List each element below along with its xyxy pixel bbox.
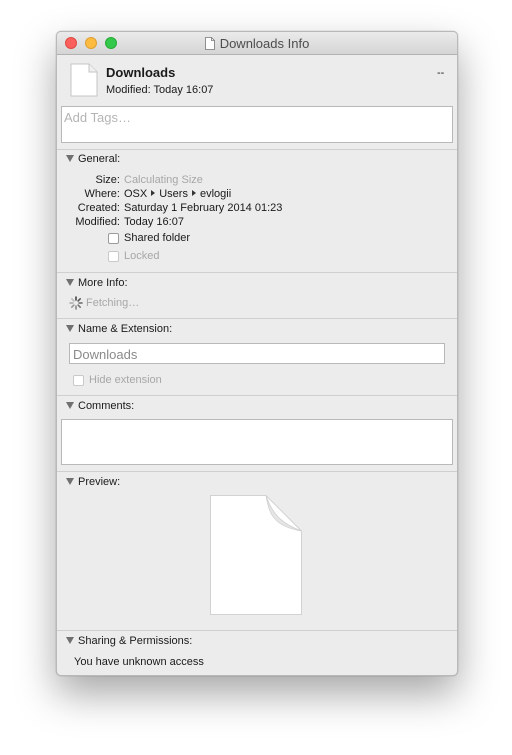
path-arrow-icon xyxy=(151,190,156,196)
divider xyxy=(57,395,457,396)
divider xyxy=(57,149,457,150)
spinner-icon xyxy=(69,296,83,310)
shared-folder-checkbox[interactable] xyxy=(108,233,119,244)
disclosure-triangle-icon[interactable] xyxy=(66,478,74,485)
divider xyxy=(57,630,457,631)
access-status: You have unknown access xyxy=(74,656,204,668)
hide-extension-label: Hide extension xyxy=(89,374,162,386)
where-label: Where: xyxy=(84,188,120,200)
path-volume: OSX xyxy=(124,188,148,200)
document-preview-icon xyxy=(210,495,302,615)
item-name: Downloads xyxy=(106,65,176,80)
path-users: Users xyxy=(159,188,188,200)
tags-placeholder: Add Tags… xyxy=(64,110,131,125)
window-title: Downloads Info xyxy=(57,36,457,51)
disclosure-triangle-icon[interactable] xyxy=(66,637,74,644)
general-section-title[interactable]: General: xyxy=(78,153,120,165)
document-icon xyxy=(204,37,215,50)
disclosure-triangle-icon[interactable] xyxy=(66,402,74,409)
title-bar[interactable]: Downloads Info xyxy=(57,32,457,55)
window-title-text: Downloads Info xyxy=(219,36,310,51)
locked-checkbox xyxy=(108,251,119,262)
comments-field[interactable] xyxy=(61,419,453,465)
where-path: OSX Users evlogii xyxy=(124,188,231,200)
divider xyxy=(57,471,457,472)
preview-section-title[interactable]: Preview: xyxy=(78,476,120,488)
shared-folder-label[interactable]: Shared folder xyxy=(124,232,190,244)
more-info-section-title[interactable]: More Info: xyxy=(78,277,128,289)
disclosure-triangle-icon[interactable] xyxy=(66,155,74,162)
created-label: Created: xyxy=(77,202,120,214)
sharing-section-title[interactable]: Sharing & Permissions: xyxy=(78,635,192,647)
tags-field[interactable]: Add Tags… xyxy=(61,106,453,143)
size-value: Calculating Size xyxy=(124,174,203,186)
divider xyxy=(57,272,457,273)
name-field[interactable]: Downloads xyxy=(69,343,445,364)
comments-section-title[interactable]: Comments: xyxy=(78,400,134,412)
modified-value: Today 16:07 xyxy=(124,216,184,228)
path-user: evlogii xyxy=(199,188,232,200)
divider xyxy=(57,318,457,319)
name-field-value: Downloads xyxy=(73,347,138,362)
modified-label: Modified: xyxy=(75,216,120,228)
name-extension-section-title[interactable]: Name & Extension: xyxy=(78,323,172,335)
hide-extension-checkbox xyxy=(73,375,84,386)
size-summary: -- xyxy=(437,67,445,79)
info-window: Downloads Info Downloads Modified: Today… xyxy=(56,31,458,676)
path-arrow-icon xyxy=(191,190,196,196)
fetching-status: Fetching… xyxy=(86,297,140,309)
disclosure-triangle-icon[interactable] xyxy=(66,279,74,286)
disclosure-triangle-icon[interactable] xyxy=(66,325,74,332)
folder-document-icon xyxy=(70,63,98,97)
item-modified: Modified: Today 16:07 xyxy=(106,84,214,96)
locked-label: Locked xyxy=(124,250,160,262)
size-label: Size: xyxy=(95,174,120,186)
created-value: Saturday 1 February 2014 01:23 xyxy=(124,202,283,214)
